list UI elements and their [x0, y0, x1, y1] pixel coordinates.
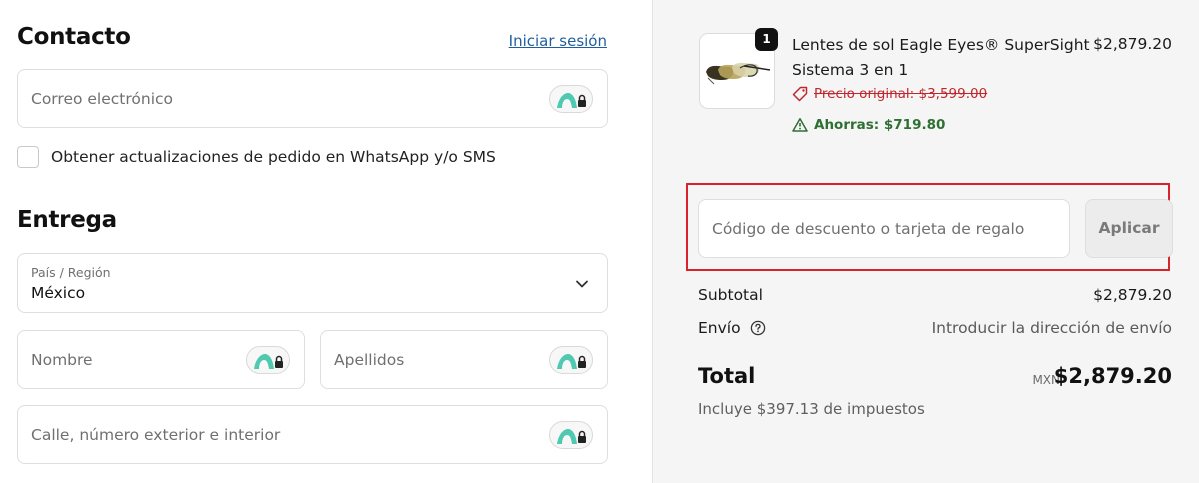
total-label: Total: [698, 364, 756, 388]
chevron-down-icon: [575, 276, 589, 295]
email-placeholder: Correo electrónico: [31, 89, 174, 108]
first-name-placeholder: Nombre: [31, 350, 93, 369]
savings-row: Ahorras: $719.80: [792, 117, 945, 133]
last-name-placeholder: Apellidos: [334, 350, 405, 369]
contact-heading: Contacto: [17, 24, 131, 50]
whatsapp-checkbox-label: Obtener actualizaciones de pedido en Wha…: [51, 148, 496, 166]
original-price-row: Precio original: $3,599.00: [792, 86, 987, 102]
shipping-value: Introducir la dirección de envío: [931, 319, 1172, 337]
total-value: $2,879.20: [1053, 364, 1172, 388]
password-manager-icon[interactable]: [549, 420, 593, 449]
discount-code-input[interactable]: Código de descuento o tarjeta de regalo: [698, 199, 1070, 258]
street-field[interactable]: Calle, número exterior e interior: [17, 405, 608, 464]
order-summary-panel: 1 Lentes de sol Eagle Eyes® SuperSight S…: [652, 0, 1199, 483]
subtotal-label: Subtotal: [698, 286, 763, 304]
shipping-label: Envío: [698, 319, 741, 337]
savings-amount: Ahorras: $719.80: [814, 117, 946, 133]
password-manager-icon[interactable]: [246, 345, 290, 374]
discount-code-placeholder: Código de descuento o tarjeta de regalo: [712, 219, 1025, 238]
tax-note: Incluye $397.13 de impuestos: [698, 400, 925, 418]
street-placeholder: Calle, número exterior e interior: [31, 425, 281, 444]
country-label: País / Región: [31, 265, 111, 280]
quantity-badge: 1: [755, 28, 778, 51]
checkout-form-panel: Contacto Iniciar sesión Correo electróni…: [0, 0, 652, 483]
apply-discount-button[interactable]: Aplicar: [1085, 199, 1173, 258]
password-manager-icon[interactable]: [549, 345, 593, 374]
password-manager-icon[interactable]: [549, 84, 593, 113]
first-name-field[interactable]: Nombre: [17, 330, 305, 389]
original-price: Precio original: $3,599.00: [814, 86, 988, 102]
warning-triangle-icon: [792, 118, 808, 132]
product-name: Lentes de sol Eagle Eyes® SuperSight Sis…: [792, 36, 1090, 79]
shipping-label-row: Envío: [698, 319, 766, 340]
tag-icon: [792, 86, 808, 102]
email-field[interactable]: Correo electrónico: [17, 69, 608, 128]
last-name-field[interactable]: Apellidos: [320, 330, 608, 389]
whatsapp-checkbox[interactable]: [17, 146, 39, 168]
subtotal-value: $2,879.20: [1093, 286, 1172, 304]
country-value: México: [31, 284, 86, 302]
help-circle-icon[interactable]: [750, 320, 766, 340]
country-select[interactable]: País / Región México: [17, 253, 608, 313]
login-link[interactable]: Iniciar sesión: [509, 32, 607, 50]
product-price: $2,879.20: [1093, 35, 1172, 53]
delivery-heading: Entrega: [17, 207, 117, 233]
